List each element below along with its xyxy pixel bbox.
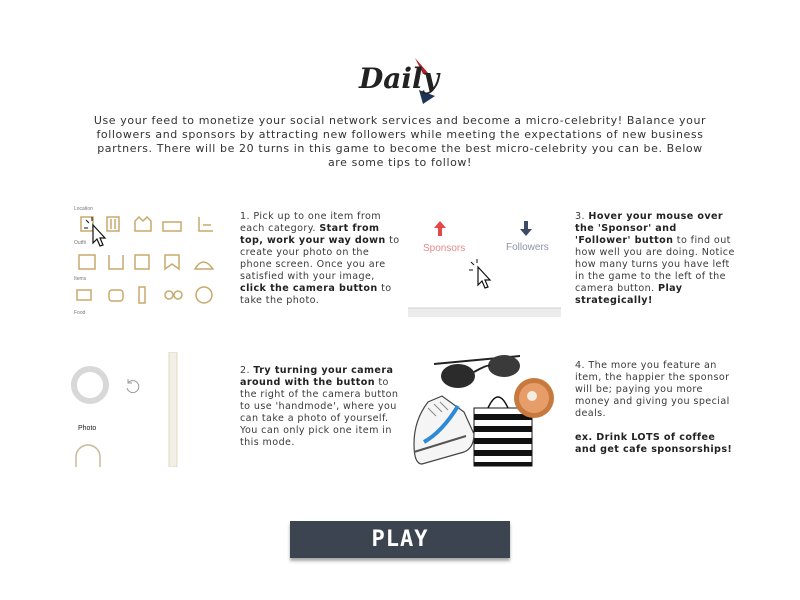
- items-collage-art: [413, 355, 554, 467]
- intro-text: Use your feed to monetize your social ne…: [93, 114, 707, 169]
- tip-2-pre: 2.: [240, 365, 254, 376]
- play-button[interactable]: PLAY: [290, 521, 510, 558]
- sponsor-follower-image: Sponsors Followers: [408, 205, 561, 317]
- category-picker-image: Location Outfit Items Food: [71, 205, 226, 317]
- logo-mark-icon: Daily: [358, 58, 441, 104]
- sponsors-label: Sponsors: [423, 243, 466, 254]
- daily-logo: Daily: [357, 56, 447, 106]
- follower-arrow-down-icon: [520, 221, 532, 236]
- tip-3-text: 3. Hover your mouse over the 'Sponsor' a…: [575, 211, 735, 307]
- location-icon-3: [134, 215, 152, 232]
- sponsor-follower-art: [408, 221, 561, 317]
- location-icon-1: [80, 216, 94, 232]
- pointer-cursor-icon-2: [469, 259, 492, 289]
- location-icon-5: [198, 217, 213, 232]
- item-icon-laptop: [76, 289, 92, 301]
- items-collage-image: [408, 352, 561, 467]
- followers-label: Followers: [506, 242, 549, 253]
- sneaker-icon: [413, 395, 475, 465]
- logo-text: Daily: [358, 62, 441, 95]
- item-icon-compass: [195, 286, 213, 304]
- tip-4-body: 4. The more you feature an item, the hap…: [575, 360, 730, 419]
- sunglasses-icon: [433, 355, 521, 388]
- tip-2-text: 2. Try turning your camera around with t…: [240, 365, 400, 449]
- item-icon-glasses-right: [173, 290, 183, 300]
- tip-1-bold-2: click the camera button: [240, 283, 378, 294]
- sponsor-arrow-up-icon: [434, 221, 446, 236]
- item-icon-camera: [108, 289, 124, 302]
- photo-label: Photo: [78, 425, 97, 432]
- tip-1-text: 1. Pick up to one item from each categor…: [240, 211, 400, 307]
- item-icon-bottle: [138, 286, 146, 304]
- outfit-icon-4: [164, 254, 180, 271]
- phone-camera-image: Photo: [71, 352, 201, 467]
- tip-4-text: 4. The more you feature an item, the hap…: [575, 360, 735, 456]
- location-icon-2: [106, 216, 120, 232]
- tip-4-example: ex. Drink LOTS of coffee and get cafe sp…: [575, 432, 733, 455]
- item-icon-glasses-left: [164, 290, 174, 300]
- donut-icon: [514, 378, 554, 418]
- tip-3-pre: 3.: [575, 211, 589, 222]
- outfit-icon-1: [78, 254, 96, 270]
- category-icons-grid: [76, 215, 215, 304]
- location-icon-4: [162, 221, 182, 232]
- outfit-icon-3: [134, 254, 150, 270]
- tip-2-bold-1: Try turning your camera around with the …: [240, 365, 394, 388]
- outfit-icon-2: [108, 255, 124, 270]
- outfit-icon-5: [193, 261, 215, 270]
- phone-camera-art: [71, 352, 178, 467]
